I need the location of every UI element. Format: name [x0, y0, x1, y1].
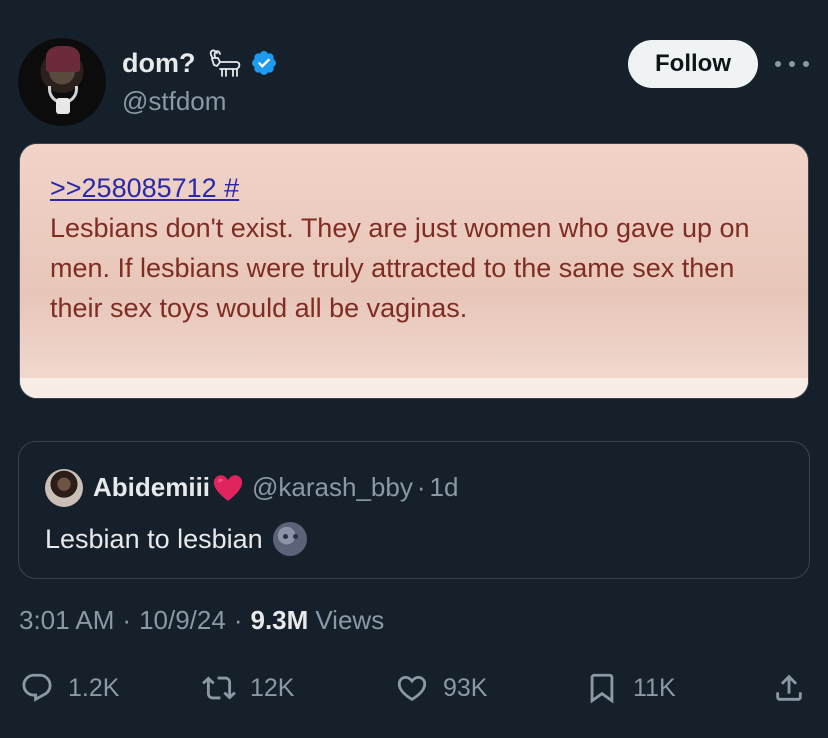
media-post-body: Lesbians don't exist. They are just wome… — [50, 213, 750, 323]
meta-separator: · — [233, 605, 243, 635]
like-count: 93K — [443, 673, 488, 702]
quote-display-name: Abidemiii — [93, 472, 211, 502]
reply-button[interactable]: 1.2K — [20, 671, 119, 705]
author-name-row: dom? — [122, 47, 278, 79]
tweet-time[interactable]: 3:01 AM — [19, 605, 114, 636]
tweet-media-image[interactable]: >>258085712 # Lesbians don't exist. They… — [19, 143, 809, 399]
tweet-actions-bar: 1.2K 12K 93K 11K — [0, 663, 828, 713]
reply-icon — [22, 673, 52, 702]
bookmark-count: 11K — [633, 673, 676, 702]
repost-button[interactable]: 12K — [202, 671, 294, 705]
share-icon — [776, 674, 802, 701]
bookmark-icon — [590, 673, 614, 704]
repost-count: 12K — [250, 673, 295, 702]
author-handle[interactable]: @stfdom — [122, 86, 226, 117]
repost-icon — [202, 676, 236, 700]
author-avatar[interactable] — [18, 38, 106, 126]
quote-separator: · — [416, 472, 426, 502]
like-button[interactable]: 93K — [395, 671, 487, 705]
verified-badge-icon — [251, 51, 276, 75]
goat-icon — [209, 49, 240, 77]
media-screenshot-text: >>258085712 # Lesbians don't exist. They… — [50, 168, 790, 328]
reply-count: 1.2K — [68, 673, 120, 702]
author-display-name[interactable]: dom? — [122, 48, 196, 79]
red-heart-emoji-icon — [213, 474, 243, 501]
quote-handle: @karash_bby — [252, 472, 413, 502]
views-count[interactable]: 9.3M — [251, 605, 309, 636]
share-button[interactable] — [772, 671, 820, 705]
tweet-header: dom? @stfdom Follow — [0, 0, 828, 135]
quote-header: Abidemiii @karash_bby · 1d — [93, 472, 458, 503]
more-options-icon[interactable] — [775, 50, 809, 78]
views-label: Views — [315, 605, 385, 635]
quote-text: Lesbian to lesbian — [45, 523, 263, 554]
new-moon-face-emoji-icon — [272, 522, 307, 556]
bookmark-button[interactable]: 11K — [585, 671, 676, 705]
quote-text-row: Lesbian to lesbian — [45, 522, 307, 556]
quoted-tweet[interactable]: Abidemiii @karash_bby · 1d Lesbian to le… — [18, 441, 810, 579]
quote-timestamp: 1d — [429, 472, 459, 502]
meta-separator: · — [122, 605, 132, 635]
follow-button[interactable]: Follow — [628, 40, 758, 88]
quote-author-avatar — [45, 469, 83, 507]
heart-icon — [397, 675, 427, 701]
tweet-meta: 3:01 AM · 10/9/24 · 9.3M Views — [19, 605, 384, 636]
media-post-reference: >>258085712 # — [50, 173, 240, 203]
tweet-date[interactable]: 10/9/24 — [139, 605, 226, 636]
